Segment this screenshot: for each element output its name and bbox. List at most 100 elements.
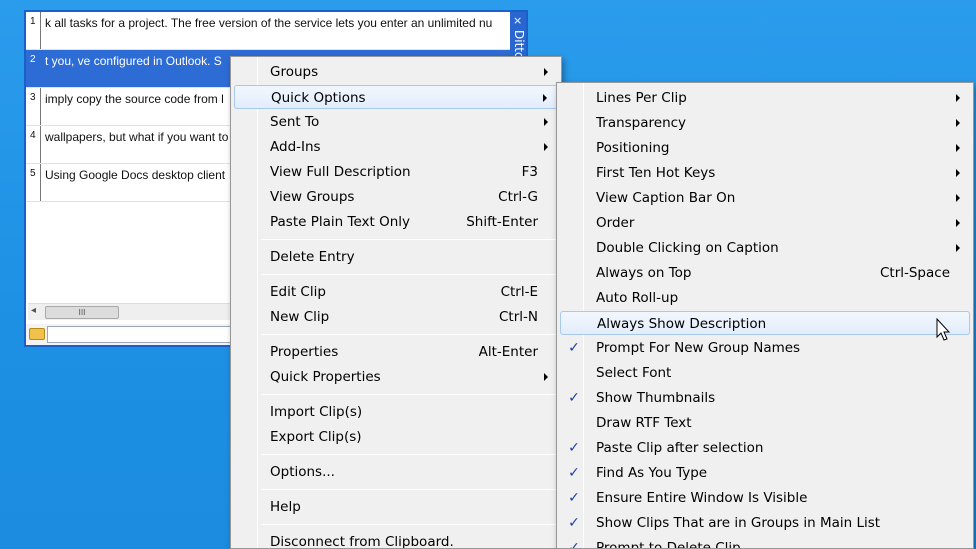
clip-number: 3 bbox=[30, 92, 36, 103]
menu-item-label: Quick Options bbox=[271, 90, 366, 106]
menu-item-label: Prompt to Delete Clip bbox=[596, 540, 741, 549]
menu-item-label: New Clip bbox=[270, 309, 330, 325]
context-menu: Groups Quick Options Sent To Add-Ins View Fu… bbox=[230, 56, 562, 549]
menu-item-sent-to[interactable]: Sent To bbox=[234, 110, 558, 134]
menu-item-label: View Full Description bbox=[270, 164, 411, 180]
menu-item-new-clip[interactable]: New Clip Ctrl-N bbox=[234, 305, 558, 329]
menu-separator bbox=[261, 524, 558, 525]
quick-options-submenu: Lines Per Clip Transparency Positioning Fir… bbox=[556, 82, 974, 549]
menu-item-options[interactable]: Options... bbox=[234, 460, 558, 484]
menu-item-label: Draw RTF Text bbox=[596, 415, 692, 431]
menu-item-label: Prompt For New Group Names bbox=[596, 340, 801, 356]
menu-item-label: Export Clip(s) bbox=[270, 429, 362, 445]
checkmark-icon: ✓ bbox=[568, 490, 580, 506]
submenu-arrow-icon bbox=[544, 373, 548, 381]
clip-number: 2 bbox=[30, 54, 36, 65]
menu-item-shortcut: Ctrl-Space bbox=[879, 265, 950, 281]
submenu-arrow-icon bbox=[956, 244, 960, 252]
menu-item-label: Delete Entry bbox=[270, 249, 355, 265]
menu-item-edit-clip[interactable]: Edit Clip Ctrl-E bbox=[234, 280, 558, 304]
menu-item-label: Order bbox=[596, 215, 635, 231]
menu-item-label: Always Show Description bbox=[597, 316, 767, 332]
clip-text: wallpapers, but what if you want to bbox=[45, 130, 229, 144]
menu-item-shortcut: F3 bbox=[521, 164, 538, 180]
submenu-item-transparency[interactable]: Transparency bbox=[560, 111, 970, 135]
mouse-cursor-icon bbox=[936, 318, 951, 341]
scroll-thumb[interactable]: III bbox=[45, 306, 119, 319]
submenu-item-prompt-for-new-group-names[interactable]: ✓ Prompt For New Group Names bbox=[560, 336, 970, 360]
menu-item-shortcut: Alt-Enter bbox=[478, 344, 538, 360]
menu-item-label: View Caption Bar On bbox=[596, 190, 736, 206]
menu-item-label: Add-Ins bbox=[270, 139, 321, 155]
checkmark-icon: ✓ bbox=[568, 390, 580, 406]
submenu-item-always-show-description[interactable]: Always Show Description bbox=[560, 311, 970, 335]
close-icon[interactable]: × bbox=[513, 15, 522, 26]
menu-item-label: Find As You Type bbox=[596, 465, 708, 481]
menu-item-label: Double Clicking on Caption bbox=[596, 240, 779, 256]
clip-text: t you, ve configured in Outlook. S bbox=[45, 54, 222, 68]
menu-item-view-groups[interactable]: View Groups Ctrl-G bbox=[234, 185, 558, 209]
menu-item-disconnect-from-clipboard[interactable]: Disconnect from Clipboard. bbox=[234, 530, 558, 549]
clip-number: 5 bbox=[30, 168, 36, 179]
menu-item-add-ins[interactable]: Add-Ins bbox=[234, 135, 558, 159]
submenu-item-find-as-you-type[interactable]: ✓ Find As You Type bbox=[560, 461, 970, 485]
menu-item-help[interactable]: Help bbox=[234, 495, 558, 519]
menu-item-label: Select Font bbox=[596, 365, 672, 381]
checkmark-icon: ✓ bbox=[568, 340, 580, 356]
submenu-item-double-clicking-on-caption[interactable]: Double Clicking on Caption bbox=[560, 236, 970, 260]
submenu-item-auto-roll-up[interactable]: Auto Roll-up bbox=[560, 286, 970, 310]
menu-item-label: Help bbox=[270, 499, 301, 515]
submenu-item-lines-per-clip[interactable]: Lines Per Clip bbox=[560, 86, 970, 110]
menu-item-label: Show Thumbnails bbox=[596, 390, 716, 406]
submenu-item-select-font[interactable]: Select Font bbox=[560, 361, 970, 385]
menu-item-quick-options[interactable]: Quick Options bbox=[234, 85, 558, 109]
clip-text: imply copy the source code from l bbox=[45, 92, 224, 106]
submenu-item-order[interactable]: Order bbox=[560, 211, 970, 235]
menu-item-properties[interactable]: Properties Alt-Enter bbox=[234, 340, 558, 364]
menu-item-label: Lines Per Clip bbox=[596, 90, 687, 106]
submenu-arrow-icon bbox=[956, 219, 960, 227]
submenu-item-paste-clip-after-selection[interactable]: ✓ Paste Clip after selection bbox=[560, 436, 970, 460]
menu-item-export-clip-s[interactable]: Export Clip(s) bbox=[234, 425, 558, 449]
menu-item-label: Options... bbox=[270, 464, 335, 480]
menu-item-groups[interactable]: Groups bbox=[234, 60, 558, 84]
submenu-item-view-caption-bar-on[interactable]: View Caption Bar On bbox=[560, 186, 970, 210]
submenu-arrow-icon bbox=[956, 194, 960, 202]
menu-item-label: First Ten Hot Keys bbox=[596, 165, 716, 181]
submenu-item-prompt-to-delete-clip[interactable]: ✓ Prompt to Delete Clip bbox=[560, 536, 970, 549]
menu-item-delete-entry[interactable]: Delete Entry bbox=[234, 245, 558, 269]
menu-separator bbox=[261, 454, 558, 455]
submenu-item-always-on-top[interactable]: Always on Top Ctrl-Space bbox=[560, 261, 970, 285]
menu-item-label: Quick Properties bbox=[270, 369, 381, 385]
menu-separator bbox=[261, 394, 558, 395]
submenu-item-draw-rtf-text[interactable]: Draw RTF Text bbox=[560, 411, 970, 435]
submenu-item-show-thumbnails[interactable]: ✓ Show Thumbnails bbox=[560, 386, 970, 410]
submenu-item-ensure-entire-window-is-visible[interactable]: ✓ Ensure Entire Window Is Visible bbox=[560, 486, 970, 510]
clip-row[interactable]: 1 k all tasks for a project. The free ver… bbox=[26, 12, 512, 50]
clip-number: 4 bbox=[30, 130, 36, 141]
clip-text: Using Google Docs desktop client bbox=[45, 168, 226, 182]
scroll-left-icon[interactable]: ◂ bbox=[31, 305, 36, 316]
menu-separator bbox=[261, 239, 558, 240]
submenu-arrow-icon bbox=[956, 169, 960, 177]
folder-icon[interactable] bbox=[29, 328, 45, 340]
menu-item-import-clip-s[interactable]: Import Clip(s) bbox=[234, 400, 558, 424]
submenu-arrow-icon bbox=[544, 143, 548, 151]
submenu-item-positioning[interactable]: Positioning bbox=[560, 136, 970, 160]
menu-item-label: Transparency bbox=[596, 115, 687, 131]
menu-item-quick-properties[interactable]: Quick Properties bbox=[234, 365, 558, 389]
menu-item-shortcut: Ctrl-N bbox=[499, 309, 538, 325]
checkmark-icon: ✓ bbox=[568, 515, 580, 531]
menu-item-label: Disconnect from Clipboard. bbox=[270, 534, 454, 549]
submenu-item-show-clips-that-are-in-groups-in-main-list[interactable]: ✓ Show Clips That are in Groups in Main L… bbox=[560, 511, 970, 535]
menu-item-paste-plain-text-only[interactable]: Paste Plain Text Only Shift-Enter bbox=[234, 210, 558, 234]
submenu-item-first-ten-hot-keys[interactable]: First Ten Hot Keys bbox=[560, 161, 970, 185]
menu-item-label: Auto Roll-up bbox=[596, 290, 679, 306]
menu-item-label: Edit Clip bbox=[270, 284, 326, 300]
menu-item-view-full-description[interactable]: View Full Description F3 bbox=[234, 160, 558, 184]
submenu-arrow-icon bbox=[544, 118, 548, 126]
submenu-arrow-icon bbox=[543, 94, 547, 102]
menu-item-label: Paste Clip after selection bbox=[596, 440, 764, 456]
menu-item-shortcut: Shift-Enter bbox=[466, 214, 538, 230]
checkmark-icon: ✓ bbox=[568, 440, 580, 456]
